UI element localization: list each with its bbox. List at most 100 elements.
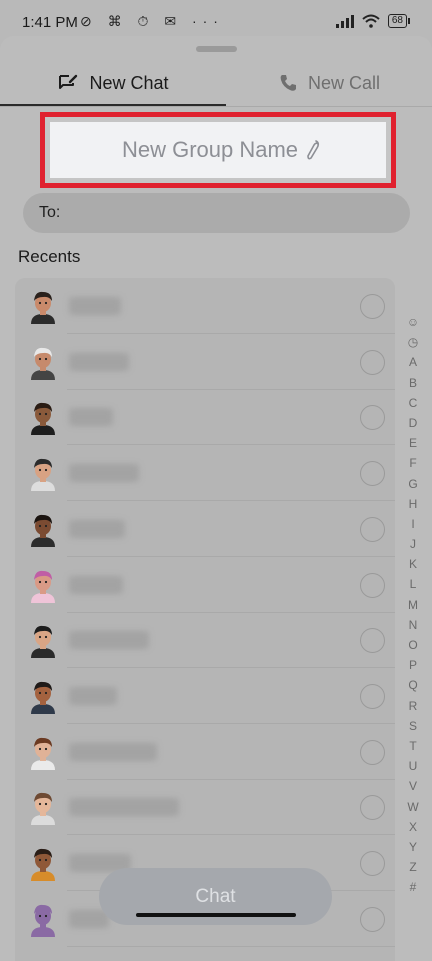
index-letter[interactable]: ◷ <box>408 332 418 352</box>
avatar <box>25 845 61 881</box>
contact-name-obscured <box>69 686 117 705</box>
group-name-field[interactable] <box>50 122 386 178</box>
contact-row[interactable] <box>15 724 395 780</box>
wifi-icon <box>362 14 380 28</box>
avatar <box>25 455 61 492</box>
avatar <box>25 901 61 937</box>
group-name-highlight <box>40 112 396 188</box>
contact-name-obscured <box>69 742 157 761</box>
tab-new-chat-label: New Chat <box>89 72 169 93</box>
avatar <box>25 511 61 547</box>
index-letter[interactable]: P <box>409 655 417 675</box>
contact-row[interactable] <box>15 668 395 724</box>
avatar <box>25 789 61 826</box>
select-radio[interactable] <box>360 795 385 821</box>
avatar <box>25 622 61 659</box>
contact-row[interactable] <box>15 779 395 836</box>
index-letter[interactable]: I <box>411 514 414 534</box>
new-chat-sheet: New Chat New Call To: Recents ☺◷ABCDEFGH… <box>0 36 432 961</box>
avatar <box>25 567 61 603</box>
index-letter[interactable]: # <box>410 877 417 897</box>
select-radio[interactable] <box>360 628 385 654</box>
index-letter[interactable]: U <box>409 756 418 776</box>
contact-row[interactable] <box>15 501 395 557</box>
select-radio[interactable] <box>360 906 385 932</box>
index-letter[interactable]: A <box>409 352 417 372</box>
select-radio[interactable] <box>360 461 385 487</box>
index-letter[interactable]: W <box>407 797 418 817</box>
index-letter[interactable]: N <box>409 615 418 635</box>
index-letter[interactable]: E <box>409 433 417 453</box>
select-radio[interactable] <box>360 294 385 319</box>
index-letter[interactable]: L <box>410 574 417 594</box>
contact-name-obscured <box>69 408 113 427</box>
status-time: 1:41 PM <box>22 14 78 31</box>
index-letter[interactable]: K <box>409 554 417 574</box>
index-letter[interactable]: T <box>409 736 416 756</box>
select-radio[interactable] <box>360 572 385 598</box>
index-letter[interactable]: Y <box>409 837 417 857</box>
index-letter[interactable]: R <box>409 696 418 716</box>
status-bar: 1:41 PM ⊘ ⌘ ⏱ ✉ ··· 68 <box>0 0 432 36</box>
tab-new-chat[interactable]: New Chat <box>0 60 226 106</box>
avatar <box>25 344 61 380</box>
to-field[interactable]: To: <box>23 193 410 233</box>
contact-name-obscured <box>69 631 149 650</box>
contact-row[interactable] <box>15 278 395 334</box>
contact-name-obscured <box>69 464 139 483</box>
index-letter[interactable]: M <box>408 595 418 615</box>
home-indicator <box>136 913 296 917</box>
contact-row[interactable] <box>15 612 395 669</box>
index-letter[interactable]: X <box>409 817 417 837</box>
battery-icon: 68 <box>387 14 410 28</box>
index-letter[interactable]: J <box>410 534 416 554</box>
status-right-icons: 68 <box>335 14 410 28</box>
tabs: New Chat New Call <box>0 60 432 106</box>
index-letter[interactable]: V <box>409 776 417 796</box>
alphabet-index[interactable]: ☺ ◷ A B C D E F G H I J K L M N O P Q R S T U V W X Y Z # <box>404 312 422 897</box>
contact-name-obscured <box>69 798 179 817</box>
pencil-icon <box>307 140 320 160</box>
contact-row[interactable] <box>15 557 395 613</box>
contact-name-obscured <box>69 297 121 315</box>
avatar <box>25 288 61 324</box>
select-radio[interactable] <box>360 349 385 375</box>
index-letter[interactable]: G <box>408 474 417 494</box>
index-letter[interactable]: D <box>409 413 418 433</box>
notification-icons: ⊘ ⌘ ⏱ ✉ ··· <box>80 13 224 29</box>
recents-heading: Recents <box>18 247 81 266</box>
tab-new-call[interactable]: New Call <box>226 60 432 106</box>
contact-name-obscured <box>69 519 125 538</box>
index-letter[interactable]: O <box>408 635 417 655</box>
avatar <box>25 734 61 770</box>
avatar <box>25 678 61 714</box>
phone-icon <box>278 73 298 93</box>
index-letter[interactable]: B <box>409 373 417 393</box>
contact-row[interactable] <box>15 334 395 390</box>
index-letter[interactable]: ☺ <box>407 312 419 332</box>
to-label: To: <box>39 204 61 221</box>
select-radio[interactable] <box>360 683 385 709</box>
index-letter[interactable]: Q <box>408 675 417 695</box>
battery-level: 68 <box>387 14 407 28</box>
contact-name-obscured <box>69 575 123 594</box>
index-letter[interactable]: Z <box>409 857 416 877</box>
row-divider <box>67 945 395 947</box>
contact-row[interactable] <box>15 389 395 446</box>
index-letter[interactable]: F <box>409 453 416 473</box>
index-letter[interactable]: S <box>409 716 417 736</box>
index-letter[interactable]: H <box>409 494 418 514</box>
group-name-input[interactable] <box>115 137 305 163</box>
recents-list <box>15 278 395 961</box>
contact-name-obscured <box>69 352 129 371</box>
sheet-grabber[interactable] <box>196 46 237 52</box>
select-radio[interactable] <box>360 516 385 542</box>
contact-row[interactable] <box>15 445 395 502</box>
select-radio[interactable] <box>360 405 385 431</box>
select-radio[interactable] <box>360 739 385 765</box>
new-chat-icon <box>57 73 79 93</box>
avatar <box>25 399 61 436</box>
index-letter[interactable]: C <box>409 393 418 413</box>
signal-icon <box>335 14 354 28</box>
select-radio[interactable] <box>360 851 385 876</box>
